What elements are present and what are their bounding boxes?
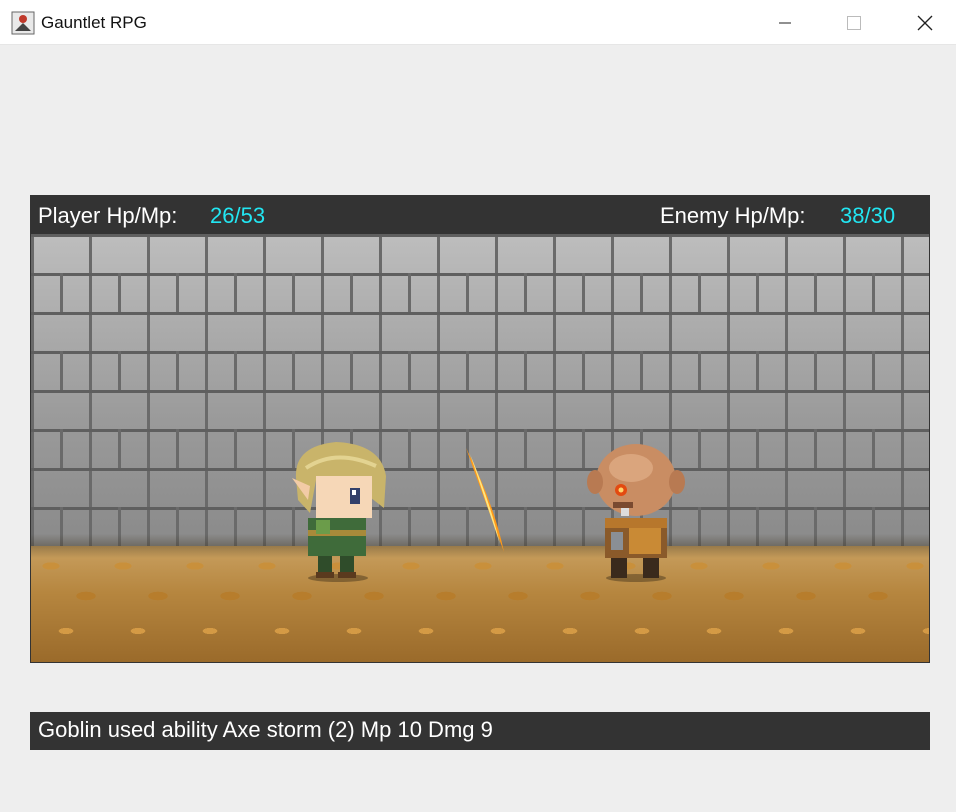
minimize-button[interactable] xyxy=(760,0,810,45)
minimize-icon xyxy=(779,22,791,23)
wall-row xyxy=(31,273,929,312)
elf-hero-sprite xyxy=(292,442,386,582)
battle-scene xyxy=(30,234,930,663)
goblin-sprite xyxy=(587,444,685,582)
title-bar: Gauntlet RPG xyxy=(0,0,956,45)
wall-row xyxy=(31,351,929,390)
window-title: Gauntlet RPG xyxy=(41,13,147,32)
cobblestone-floor xyxy=(31,546,929,662)
player-hp-mp-label: Player Hp/Mp: xyxy=(38,203,178,228)
status-bar: Player Hp/Mp: 26/53 Enemy Hp/Mp: 38/30 xyxy=(30,195,930,234)
close-icon xyxy=(917,15,933,30)
enemy-hp-mp-label: Enemy Hp/Mp: xyxy=(660,203,806,228)
battle-log-message: Goblin used ability Axe storm (2) Mp 10 … xyxy=(38,717,493,742)
player-hp-mp-value: 26/53 xyxy=(210,203,266,228)
battle-log-bar: Goblin used ability Axe storm (2) Mp 10 … xyxy=(30,712,930,750)
app-icon xyxy=(11,11,35,35)
maximize-icon xyxy=(847,15,861,30)
close-button[interactable] xyxy=(900,0,950,45)
maximize-button[interactable] xyxy=(829,0,879,45)
enemy-hp-mp-value: 38/30 xyxy=(840,203,896,228)
slash-effect xyxy=(466,448,504,552)
